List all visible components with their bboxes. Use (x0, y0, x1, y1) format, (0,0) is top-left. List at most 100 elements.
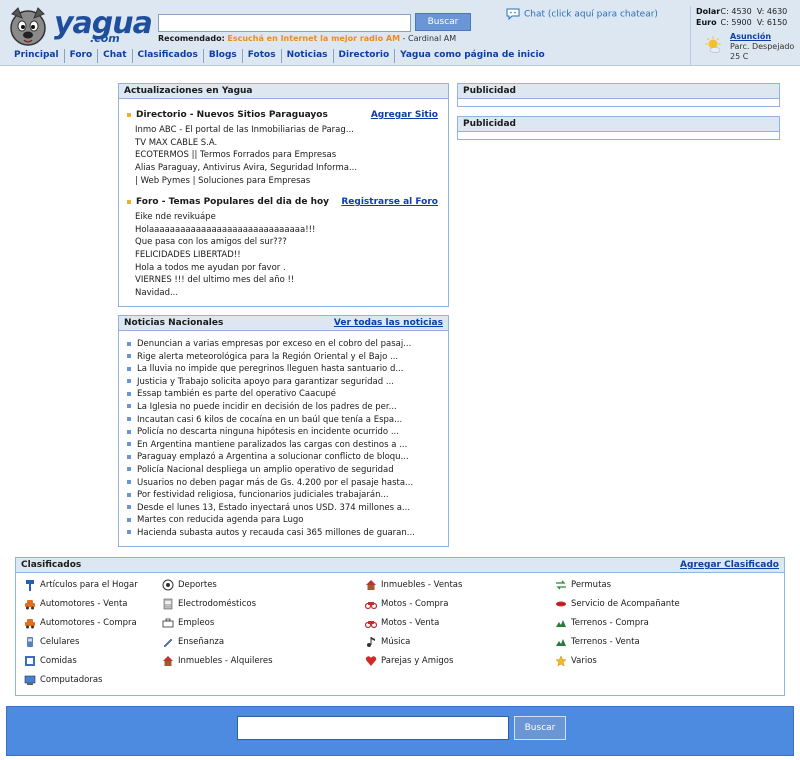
directorio-item[interactable]: | Web Pymes | Soluciones para Empresas (135, 175, 435, 188)
directorio-item[interactable]: Alias Paraguay, Antivirus Avira, Segurid… (135, 162, 435, 175)
news-item[interactable]: Paraguay emplazó a Argentina a soluciona… (125, 451, 440, 464)
recommended-radio-link[interactable]: Escuchá en Internet la mejor radio AM (227, 34, 400, 43)
news-item-text: Policía Nacional despliega un amplio ope… (137, 464, 394, 475)
news-item-text: Paraguay emplazó a Argentina a soluciona… (137, 452, 409, 463)
register-forum-link[interactable]: Registrarse al Foro (341, 197, 438, 207)
classified-category-label: Motos - Compra (381, 599, 449, 609)
foro-topic[interactable]: Que pasa con los amigos del sur??? (135, 236, 435, 249)
news-item[interactable]: La lluvia no impide que peregrinos llegu… (125, 363, 440, 376)
nav-item-directorio[interactable]: Directorio (332, 49, 395, 63)
news-item[interactable]: Hacienda subasta autos y recauda casi 36… (125, 527, 440, 540)
updates-panel-title: Actualizaciones en Yagua (119, 84, 448, 99)
classified-category-label: Parejas y Amigos (381, 656, 454, 666)
classified-category-label: Inmuebles - Ventas (381, 580, 463, 590)
news-panel-title: Noticias Nacionales (124, 318, 224, 328)
weather-city-link[interactable]: Asunción (730, 32, 771, 41)
news-item[interactable]: Denuncian a varias empresas por exceso e… (125, 338, 440, 351)
house-icon (163, 656, 173, 666)
computer-icon (24, 675, 36, 685)
foro-topic[interactable]: Holaaaaaaaaaaaaaaaaaaaaaaaaaaaaaa!!! (135, 224, 435, 237)
news-item-text: Desde el lunes 13, Estado inyectará unos… (137, 502, 411, 513)
news-item-text: Justicia y Trabajo solicita apoyo para g… (137, 376, 394, 387)
add-site-link[interactable]: Agregar Sitio (371, 110, 438, 120)
news-item[interactable]: Policía Nacional despliega un amplio ope… (125, 464, 440, 477)
appliance-icon (163, 598, 173, 610)
news-item-text: Martes con reducida agenda para Lugo (137, 515, 304, 526)
dog-mascot-icon (10, 7, 46, 46)
directorio-item[interactable]: ECOTERMOS || Termos Forrados para Empres… (135, 149, 435, 162)
directorio-item[interactable]: TV MAX CABLE S.A. (135, 137, 435, 150)
foro-topic[interactable]: FELICIDADES LIBERTAD!! (135, 249, 435, 262)
search-button[interactable]: Buscar (415, 13, 471, 31)
news-item[interactable]: Por festividad religiosa, funcionarios j… (125, 489, 440, 502)
yagua-logo[interactable]: yagua .com (4, 4, 153, 48)
classified-category-label: Celulares (40, 637, 80, 647)
chat-link[interactable]: Chat (click aquí para chatear) (506, 8, 658, 20)
rate-row-euro: Euro C: 5900 V: 6150 (696, 17, 800, 28)
foro-topic-text: Navidad... (135, 288, 179, 299)
nav-item-fotos[interactable]: Fotos (241, 49, 281, 63)
news-item[interactable]: Usuarios no deben pagar más de Gs. 4.200… (125, 477, 440, 490)
logo-suffix: .com (90, 32, 120, 45)
rate-buy: C: 4530 (720, 7, 752, 16)
news-list: Denuncian a varias empresas por exceso e… (125, 338, 440, 540)
advertising-title: Publicidad (458, 84, 779, 99)
news-item[interactable]: Rige alerta meteorológica para la Región… (125, 351, 440, 364)
directorio-item[interactable]: Inmo ABC - El portal de las Inmobiliaria… (135, 124, 435, 137)
rate-row-dolar: Dolar C: 4530 V: 4630 (696, 6, 800, 17)
star-icon (555, 655, 567, 667)
search-input[interactable] (158, 14, 411, 32)
foro-list: Eike nde revikuápe Holaaaaaaaaaaaaaaaaaaa… (135, 211, 435, 300)
nav-item-noticias[interactable]: Noticias (280, 49, 333, 63)
footer-search-input[interactable] (237, 716, 509, 740)
nav-item-foro[interactable]: Foro (63, 49, 98, 63)
foro-topic-text: Que pasa con los amigos del sur??? (135, 237, 287, 248)
heart-icon (365, 656, 377, 666)
advertising-title: Publicidad (458, 117, 779, 132)
foro-topic-text: VIERNES !!! del ultimo mes del año !! (135, 275, 295, 286)
classified-category-label: Comidas (40, 656, 77, 666)
bullet-icon (127, 505, 131, 510)
nav-item-clasificados[interactable]: Clasificados (131, 49, 203, 63)
news-item-text: Hacienda subasta autos y recauda casi 36… (137, 527, 415, 538)
add-classified-link[interactable]: Agregar Clasificado (680, 560, 779, 570)
news-item[interactable]: En Argentina mantiene paralizados las ca… (125, 439, 440, 452)
foro-topic[interactable]: Navidad... (135, 287, 435, 300)
chat-bubble-icon (506, 8, 520, 20)
nav-item-yagua-como-p-gina-de-inicio[interactable]: Yagua como página de inicio (394, 49, 550, 63)
car-icon (25, 600, 35, 610)
news-item[interactable]: La Iglesia no puede incidir en decisión … (125, 401, 440, 414)
news-item-text: Incautan casi 6 kilos de cocaína en un b… (137, 414, 403, 425)
foro-topic[interactable]: Eike nde revikuápe (135, 211, 435, 224)
foro-topic-text: Hola a todos me ayudan por favor . (135, 262, 286, 273)
footer-search-bar: Buscar (6, 706, 794, 756)
land-icon (556, 620, 566, 627)
nav-item-blogs[interactable]: Blogs (202, 49, 242, 63)
foro-topic-text: Holaaaaaaaaaaaaaaaaaaaaaaaaaaaaaa!!! (135, 224, 316, 235)
hammer-icon (26, 580, 34, 591)
footer-search-button[interactable]: Buscar (514, 716, 566, 740)
car-icon (25, 619, 35, 629)
nav-item-chat[interactable]: Chat (97, 49, 131, 63)
all-news-link[interactable]: Ver todas las noticias (334, 318, 443, 328)
bullet-icon (127, 366, 131, 371)
classified-category-label: Deportes (178, 580, 217, 590)
news-item[interactable]: Policía no descarta ninguna hipótesis en… (125, 426, 440, 439)
classified-category-label: Terrenos - Venta (571, 637, 640, 647)
foro-topic[interactable]: VIERNES !!! del ultimo mes del año !! (135, 274, 435, 287)
news-item[interactable]: Martes con reducida agenda para Lugo (125, 514, 440, 527)
news-item[interactable]: Essap también es parte del operativo Caa… (125, 388, 440, 401)
bullet-icon (127, 517, 131, 522)
foro-topic[interactable]: Hola a todos me ayudan por favor . (135, 262, 435, 275)
classified-category-label: Inmuebles - Alquileres (178, 656, 273, 666)
news-item[interactable]: Desde el lunes 13, Estado inyectará unos… (125, 502, 440, 515)
directorio-title-text: Directorio - Nuevos Sitios Paraguayos (136, 110, 328, 120)
news-item[interactable]: Incautan casi 6 kilos de cocaína en un b… (125, 414, 440, 427)
classified-category-label: Electrodomésticos (178, 599, 257, 609)
updates-panel: Actualizaciones en Yagua Directorio - Nu… (118, 83, 449, 307)
nav-item-principal[interactable]: Principal (14, 49, 64, 63)
foro-topic-text: FELICIDADES LIBERTAD!! (135, 250, 241, 261)
bullet-icon (127, 391, 131, 396)
news-item[interactable]: Justicia y Trabajo solicita apoyo para g… (125, 376, 440, 389)
weather-description: Parc. Despejado (730, 42, 795, 51)
